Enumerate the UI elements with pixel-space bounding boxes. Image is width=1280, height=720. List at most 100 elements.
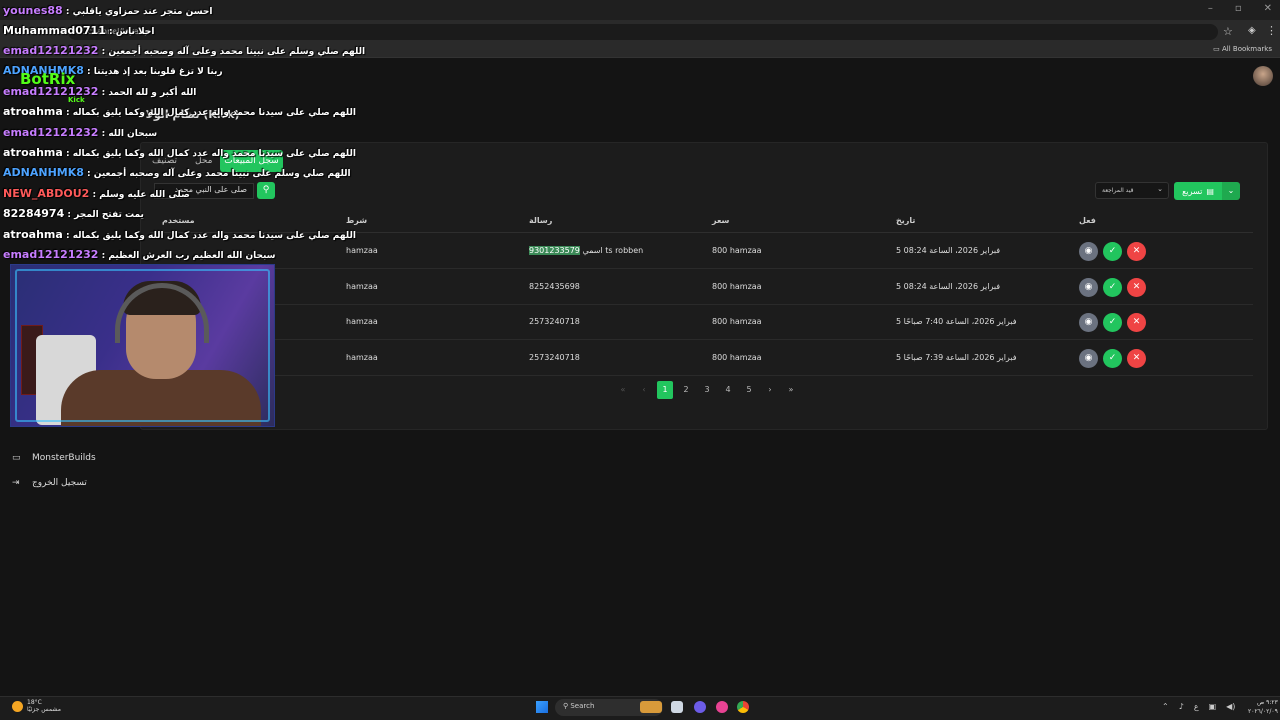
reject-button[interactable]: ✕ — [1127, 278, 1146, 297]
page-nav-button[interactable]: › — [762, 381, 778, 399]
approve-button[interactable]: ✓ — [1103, 278, 1122, 297]
page-nav-button[interactable]: » — [783, 381, 799, 399]
cell-condition: hamzaa — [346, 246, 378, 255]
close-icon[interactable]: ✕ — [1264, 3, 1272, 14]
sidebar-item-monsterbuilds[interactable]: ▭ MonsterBuilds — [12, 445, 96, 470]
column-header-date[interactable]: تاريخ — [896, 216, 915, 225]
page-nav-button[interactable]: ‹ — [636, 381, 652, 399]
chevron-up-icon[interactable]: ⌃ — [1162, 702, 1169, 711]
message-text: 2573240718 — [529, 353, 580, 362]
chat-message: atroahma : اللهم صلي على سيدنا محمد واله… — [3, 228, 356, 241]
pagination: « ‹ 1 2 3 4 5 › » — [615, 381, 799, 399]
clock-date: ٢٠٢٦/٠٢/٠٩ — [1248, 708, 1278, 715]
approve-button[interactable]: ✓ — [1103, 313, 1122, 332]
page-4-button[interactable]: 4 — [720, 381, 736, 399]
windows-start-icon[interactable] — [536, 701, 548, 713]
column-header-message[interactable]: رسالة — [529, 216, 552, 225]
page-nav-button[interactable]: « — [615, 381, 631, 399]
chat-message: ADNANHMK8 : اللهم صلي وسلم على نبينا محم… — [3, 166, 351, 179]
export-dropdown-button[interactable]: ⌄ — [1222, 182, 1240, 200]
chat-separator: : — [62, 149, 73, 159]
view-button[interactable]: ◉ — [1079, 242, 1098, 261]
eye-icon: ◉ — [1084, 282, 1093, 292]
chat-text: الله أكبر و لله الحمد — [108, 88, 197, 98]
reject-button[interactable]: ✕ — [1127, 313, 1146, 332]
sidebar-item-logout[interactable]: ⇥ تسجيل الخروج — [12, 470, 96, 495]
network-icon[interactable]: ▣ — [1209, 702, 1217, 711]
calendar-app-icon[interactable] — [671, 701, 683, 713]
column-header-condition[interactable]: شرط — [346, 216, 367, 225]
cell-condition: hamzaa — [346, 282, 378, 291]
language-icon[interactable]: ع — [1194, 702, 1199, 711]
cell-message: 2573240718 — [529, 353, 580, 362]
maximize-icon[interactable]: ▫ — [1235, 3, 1242, 14]
x-icon: ✕ — [1132, 317, 1141, 327]
cell-message: 8252435698 — [529, 282, 580, 291]
status-select-value: قيد المراجعة — [1102, 187, 1134, 194]
page-3-button[interactable]: 3 — [699, 381, 715, 399]
chevron-down-icon: ⌄ — [1227, 186, 1235, 195]
bookmark-star-icon[interactable]: ☆ — [1223, 25, 1233, 38]
chat-message: Muhammad0711 : احلا ناس — [3, 24, 154, 37]
mic-icon[interactable]: ♪ — [1179, 702, 1184, 711]
page-1-button[interactable]: 1 — [657, 381, 673, 399]
volume-icon[interactable]: ◀) — [1226, 702, 1235, 711]
export-button[interactable]: تسريع ▤ — [1174, 182, 1222, 200]
chat-separator: : — [98, 129, 109, 139]
chat-text: سبحان الله العظيم رب العرش العظيم — [108, 251, 276, 261]
table-row: hamzaa 2573240718 800 hamzaa 5 فبراير 2026،… — [150, 341, 1253, 376]
chat-message: emad12121232 : سبحان الله — [3, 126, 157, 139]
chat-text: اللهم صلي وسلم على نبينا محمد وعلى آله و… — [108, 47, 366, 57]
eye-icon: ◉ — [1084, 246, 1093, 256]
user-avatar[interactable] — [1253, 66, 1273, 86]
search-button[interactable]: ⚲ — [257, 182, 275, 199]
browser-app-icon[interactable] — [716, 701, 728, 713]
browser-menu-icon[interactable]: ⋮ — [1266, 24, 1277, 37]
chat-username: atroahma — [3, 146, 63, 159]
chat-username: NEW_ABDOU2 — [3, 187, 90, 200]
view-button[interactable]: ◉ — [1079, 278, 1098, 297]
cell-message: 2573240718 — [529, 317, 580, 326]
message-highlight: 9301233579 — [529, 246, 580, 255]
news-widget-icon[interactable] — [640, 701, 662, 713]
chrome-icon[interactable] — [737, 701, 749, 713]
chat-text: احلا ناس — [115, 27, 155, 37]
chat-message: atroahma : اللهم صلي على سيدنا محمد واله… — [3, 105, 356, 118]
chat-message: atroahma : اللهم صلي على سيدنا محمد واله… — [3, 146, 356, 159]
chat-separator: : — [98, 88, 109, 98]
cell-price: 800 hamzaa — [712, 282, 762, 291]
column-header-price[interactable]: سعر — [712, 216, 729, 225]
check-icon: ✓ — [1108, 246, 1117, 256]
all-bookmarks-link[interactable]: ▭ All Bookmarks — [1213, 45, 1272, 53]
chat-app-icon[interactable] — [694, 701, 706, 713]
sidebar-item-label: تسجيل الخروج — [32, 477, 87, 488]
chat-username: atroahma — [3, 228, 63, 241]
clock[interactable]: ٩:٢٣ ص ٢٠٢٦/٠٢/٠٩ — [1248, 698, 1278, 716]
reject-button[interactable]: ✕ — [1127, 349, 1146, 368]
check-icon: ✓ — [1108, 353, 1117, 363]
column-header-action: فعل — [1079, 216, 1096, 225]
column-header-user[interactable]: مستخدم — [162, 216, 195, 225]
cell-condition: hamzaa — [346, 317, 378, 326]
status-select[interactable]: قيد المراجعة ⌄ — [1095, 182, 1169, 199]
view-button[interactable]: ◉ — [1079, 313, 1098, 332]
table-row: hamzaa 8252435698 800 hamzaa 5 فبراير 2026،… — [150, 270, 1253, 305]
chat-text: ربنا لا تزغ قلوبنا بعد إذ هديتنا — [93, 67, 223, 77]
chat-text: صلى الله عليه وسلم — [99, 190, 190, 200]
weather-widget[interactable]: 18°C مشمس جزئيًا — [12, 699, 61, 713]
approve-button[interactable]: ✓ — [1103, 242, 1122, 261]
page-5-button[interactable]: 5 — [741, 381, 757, 399]
sidebar-item-label: MonsterBuilds — [32, 452, 96, 463]
reject-button[interactable]: ✕ — [1127, 242, 1146, 261]
view-button[interactable]: ◉ — [1079, 349, 1098, 368]
export-label: تسريع — [1182, 186, 1203, 196]
url-field[interactable]: ...channel/loyalty — [68, 24, 1218, 40]
file-icon: ▤ — [1206, 186, 1214, 196]
chat-separator: : — [83, 169, 94, 179]
page-2-button[interactable]: 2 — [678, 381, 694, 399]
minimize-icon[interactable]: – — [1208, 3, 1213, 14]
chat-username: ADNANHMK8 — [3, 166, 84, 179]
weather-sun-icon — [12, 700, 23, 712]
approve-button[interactable]: ✓ — [1103, 349, 1122, 368]
extension-icon[interactable]: ◈ — [1248, 25, 1256, 36]
